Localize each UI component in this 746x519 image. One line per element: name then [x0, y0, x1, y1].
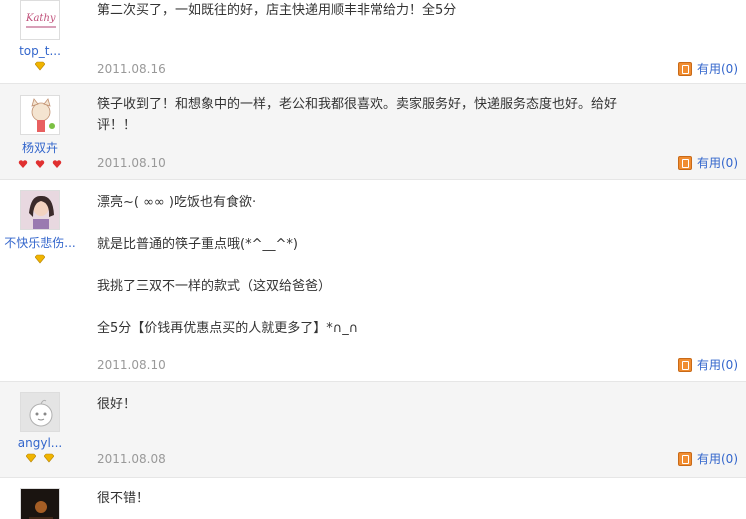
heart-icon	[52, 160, 62, 168]
review-text-line: 第二次买了，一如既往的好，店主快递用顺丰非常给力！全5分	[97, 3, 457, 18]
review-date: 2011.08.10	[97, 358, 166, 372]
review-date: 2011.08.08	[97, 452, 166, 466]
useful-button[interactable]: 有用(0)	[678, 154, 738, 171]
review-text-line: 很好！	[97, 397, 137, 412]
review-item: 很不错！	[0, 478, 746, 519]
reviewer: 杨双卉	[0, 95, 80, 170]
avatar[interactable]	[20, 392, 60, 432]
review-item: 不快乐悲伤... 漂亮~( ∞∞ )吃饭也有食欲· 就是比普通的筷子重点哦(*^…	[0, 180, 746, 382]
review-content: 很好！	[97, 394, 656, 415]
cat-avatar-icon	[21, 96, 59, 134]
review-content: 很不错！	[97, 488, 656, 509]
useful-label: 有用(0)	[697, 62, 738, 76]
diamond-icon	[35, 61, 45, 71]
diamond-icon	[26, 453, 37, 463]
review-text-line: 全5分【价钱再优惠点买的人就更多了】*∩_∩	[97, 321, 359, 336]
diamond-icon	[43, 453, 54, 463]
review-text-line: 筷子收到了！和想象中的一样，老公和我都很喜欢。卖家服务好，快递服务态度也好。给好	[97, 97, 618, 112]
review-text-line: 漂亮~( ∞∞ )吃饭也有食欲·	[97, 195, 257, 210]
useful-button[interactable]: 有用(0)	[678, 356, 738, 373]
reviewer: angyl...	[0, 392, 80, 464]
useful-button[interactable]: 有用(0)	[678, 60, 738, 77]
diamond-icon	[35, 254, 45, 264]
dark-photo-avatar-icon	[21, 489, 59, 519]
review-item: angyl... 很好！ 2011.08.08 有用(0)	[0, 382, 746, 478]
review-date: 2011.08.16	[97, 62, 166, 76]
photo-avatar-icon	[21, 191, 59, 229]
user-rank-badges	[0, 60, 80, 72]
heart-icon	[35, 160, 45, 168]
review-text-line: 就是比普通的筷子重点哦(*^__^*)	[97, 237, 298, 252]
avatar[interactable]	[20, 190, 60, 230]
review-list: Kathy top_t... 第二次买了，一如既往的好，店主快递用顺丰非常给力！…	[0, 0, 746, 519]
review-content: 筷子收到了！和想象中的一样，老公和我都很喜欢。卖家服务好，快递服务态度也好。给好…	[97, 94, 656, 136]
reviewer: Kathy top_t...	[0, 0, 80, 72]
thumb-up-icon	[678, 451, 692, 466]
review-text-line	[97, 297, 656, 318]
reviewer	[0, 488, 80, 519]
thumb-up-icon	[678, 61, 692, 76]
review-text-line: 评！！	[97, 118, 137, 133]
user-rank-badges	[0, 253, 80, 265]
user-rank-badges	[0, 452, 80, 464]
review-content: 第二次买了，一如既往的好，店主快递用顺丰非常给力！全5分	[97, 0, 656, 21]
useful-label: 有用(0)	[697, 358, 738, 372]
thumb-up-icon	[678, 357, 692, 372]
review-text-line	[97, 213, 656, 234]
logo-avatar-icon: Kathy	[21, 1, 59, 39]
review-item: Kathy top_t... 第二次买了，一如既往的好，店主快递用顺丰非常给力！…	[0, 0, 746, 84]
useful-label: 有用(0)	[697, 156, 738, 170]
reviewer: 不快乐悲伤...	[0, 190, 80, 265]
avatar[interactable]	[20, 95, 60, 135]
svg-text:Kathy: Kathy	[25, 13, 56, 24]
avatar[interactable]: Kathy	[20, 0, 60, 40]
review-text-line: 很不错！	[97, 491, 150, 506]
review-text-line	[97, 255, 656, 276]
review-text-line: 我挑了三双不一样的款式（这双给爸爸）	[97, 279, 332, 294]
review-content: 漂亮~( ∞∞ )吃饭也有食欲· 就是比普通的筷子重点哦(*^__^*) 我挑了…	[97, 192, 656, 339]
review-date: 2011.08.10	[97, 156, 166, 170]
username-link[interactable]: top_t...	[0, 44, 80, 58]
user-rank-badges	[0, 158, 80, 170]
useful-button[interactable]: 有用(0)	[678, 450, 738, 467]
default-avatar-icon	[21, 393, 59, 431]
review-item: 杨双卉 筷子收到了！和想象中的一样，老公和我都很喜欢。卖家服务好，快递服务态度也…	[0, 84, 746, 180]
username-link[interactable]: 不快乐悲伤...	[0, 234, 80, 251]
avatar[interactable]	[20, 488, 60, 519]
username-link[interactable]: 杨双卉	[0, 139, 80, 156]
thumb-up-icon	[678, 155, 692, 170]
useful-label: 有用(0)	[697, 452, 738, 466]
heart-icon	[18, 160, 28, 168]
